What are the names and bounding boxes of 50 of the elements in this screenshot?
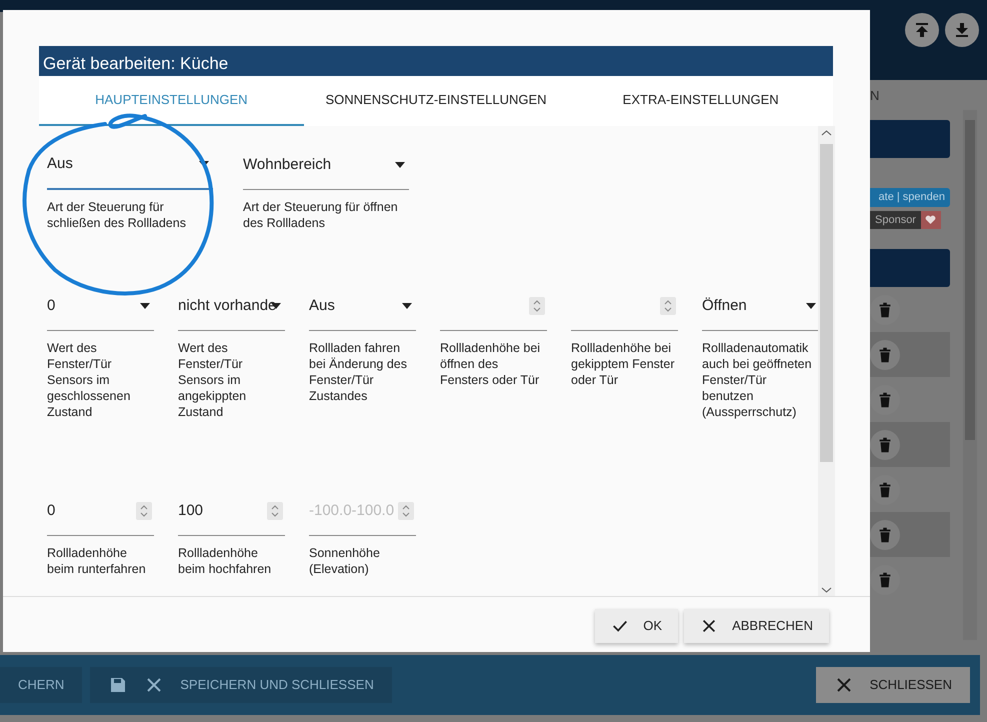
caret-icon <box>402 303 412 309</box>
dialog-button[interactable]: OK <box>595 609 678 643</box>
scroll-up-icon[interactable] <box>821 129 832 137</box>
field-label: Rollladenhöhe beim hochfahren <box>178 545 272 577</box>
field-label: Sonnenhöhe (Elevation) <box>309 545 381 577</box>
sponsor-badge[interactable]: Sponsor <box>870 210 921 229</box>
spinner-icon[interactable] <box>398 502 414 520</box>
scrollbar[interactable] <box>818 126 835 596</box>
delete-button[interactable] <box>870 384 900 414</box>
dropdown-field[interactable]: nicht vorhande <box>178 293 285 331</box>
spinner-icon[interactable] <box>529 297 545 315</box>
scrollbar[interactable] <box>963 110 977 640</box>
upload-button[interactable] <box>905 13 939 47</box>
field-label: Art der Steuerung für öffnen des Rollladens <box>243 199 399 231</box>
download-button[interactable] <box>945 13 979 47</box>
field-label: Rollladenhöhe beim runterfahren <box>47 545 147 577</box>
number-field[interactable]: 0 <box>47 498 154 536</box>
delete-button[interactable] <box>870 294 900 324</box>
field-label: Rollladenhöhe bei gekipptem Fenster oder Tür <box>571 340 676 388</box>
delete-button[interactable] <box>870 520 900 550</box>
scroll-down-icon[interactable] <box>821 586 832 594</box>
caret-icon <box>395 162 405 168</box>
tab[interactable]: EXTRA-EINSTELLUNGEN <box>568 76 834 126</box>
field-label: Wert des Fenster/Tür Sensors im geschlossenen Zustand <box>47 340 132 420</box>
footer-button[interactable]: SCHLIESSEN <box>816 667 970 703</box>
number-field[interactable]: 100 <box>178 498 285 536</box>
delete-button[interactable] <box>870 340 900 370</box>
field-label: Rollladenhöhe bei öffnen des Fensters oder Tür <box>440 340 542 388</box>
field-label: Art der Steuerung für schließen des Rollladens <box>47 199 187 231</box>
delete-button[interactable] <box>870 564 900 594</box>
delete-button[interactable] <box>870 474 900 504</box>
dialog-title: Gerät bearbeiten: Küche <box>39 46 833 76</box>
dialog-button[interactable]: ABBRECHEN <box>684 609 829 643</box>
delete-button[interactable] <box>870 430 900 460</box>
footer-button[interactable]: CHERN <box>0 667 82 703</box>
dropdown-field[interactable]: Wohnbereich <box>243 152 409 190</box>
tab[interactable]: SONNENSCHUTZ-EINSTELLUNGEN <box>304 76 568 126</box>
donate-link[interactable]: ate | spenden <box>870 188 950 206</box>
field-label: Wert des Fenster/Tür Sensors im angekippten Zustand <box>178 340 248 420</box>
spinner-icon[interactable] <box>136 502 152 520</box>
spinner-icon[interactable] <box>267 502 283 520</box>
dropdown-field[interactable]: 0 <box>47 293 154 331</box>
dropdown-field[interactable]: Aus <box>309 293 416 331</box>
caret-icon <box>140 303 150 309</box>
tab[interactable]: HAUPTEINSTELLUNGEN <box>39 76 304 126</box>
field-label: Rollladenautomatik auch bei geöffneten Fenster/Tür benutzen (Aussperrschutz) <box>702 340 813 420</box>
footer-button[interactable]: SPEICHERN UND SCHLIESSEN <box>90 667 392 703</box>
spinner-icon[interactable] <box>660 297 676 315</box>
field-label: Rollladen fahren bei Änderung des Fenster/Tür Zustandes <box>309 340 408 404</box>
caret-icon <box>806 303 816 309</box>
